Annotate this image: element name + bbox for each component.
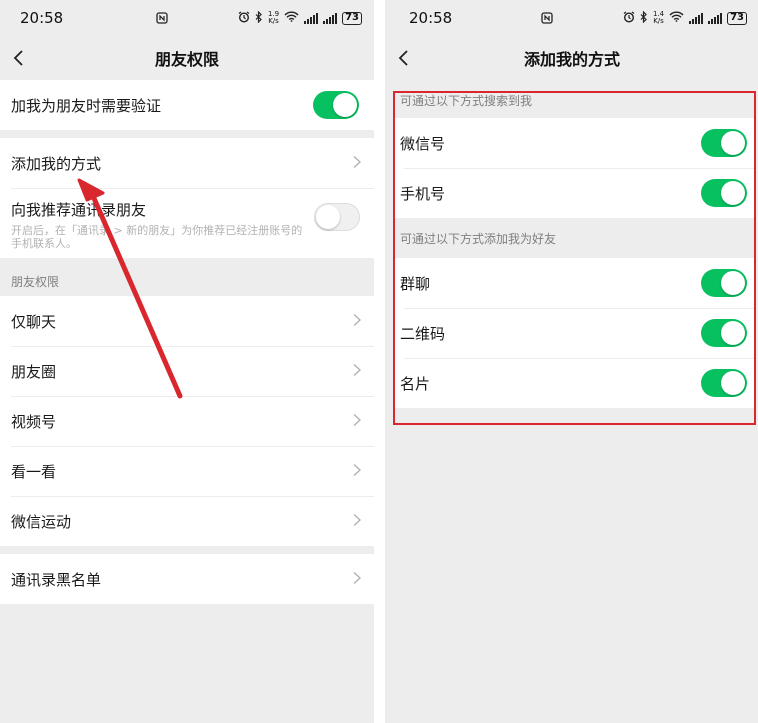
add-methods-row[interactable]: 添加我的方式: [0, 138, 374, 188]
chevron-right-icon: [352, 362, 362, 381]
add-methods-label: 添加我的方式: [11, 154, 102, 173]
chevron-right-icon: [352, 462, 362, 481]
alarm-icon: [238, 10, 250, 26]
page-title: 添加我的方式: [523, 50, 620, 69]
network-speed: 1.9 K/s: [267, 10, 280, 25]
status-bar: 20:58 1.9 K/s 73: [0, 0, 374, 36]
method-label: 手机号: [400, 184, 446, 203]
add-methods-group: 群聊 二维码 名片: [393, 258, 756, 408]
wifi-icon: [669, 11, 684, 25]
verify-toggle[interactable]: [313, 91, 359, 119]
method-toggle[interactable]: [701, 179, 747, 207]
add-methods-header: 可通过以下方式添加我为好友: [400, 231, 557, 246]
right-phone-screen: 20:58 1.4 K/s 73 添加我的方式 可通过以下方式搜索到我 微信号手机…: [385, 0, 758, 723]
status-time: 20:58: [409, 9, 453, 27]
chevron-right-icon: [352, 412, 362, 431]
left-phone-screen: 20:58 1.9K/s 73 朋友权限 加我为朋友时需要验证 添加我的方式: [0, 0, 374, 723]
status-bar: 20:58 1.4 K/s 73: [385, 0, 758, 36]
search-methods-header: 可通过以下方式搜索到我: [400, 93, 533, 108]
recommend-toggle[interactable]: [314, 203, 360, 231]
nav-bar: 添加我的方式: [385, 36, 758, 80]
battery-icon: 73: [342, 11, 362, 25]
back-arrow-icon[interactable]: [395, 48, 415, 68]
perm-row[interactable]: 视频号: [0, 396, 374, 446]
method-row: 微信号: [393, 118, 756, 168]
perm-label: 朋友圈: [11, 362, 57, 381]
network-speed: 1.4 K/s: [652, 10, 665, 25]
blacklist-group: 通讯录黑名单: [0, 554, 374, 604]
add-recommend-group: 添加我的方式 向我推荐通讯录朋友 开启后，在「通讯录 > 新的朋友」为你推荐已经…: [0, 138, 374, 258]
status-icons: 1.9 K/s 73: [238, 10, 362, 26]
battery-icon: 73: [727, 11, 747, 25]
method-row: 群聊: [393, 258, 756, 308]
method-toggle[interactable]: [701, 129, 747, 157]
method-row: 二维码: [393, 308, 756, 358]
recommend-label: 向我推荐通讯录朋友: [11, 200, 147, 219]
alarm-icon: [623, 10, 635, 26]
friend-perm-header: 朋友权限: [11, 274, 60, 289]
bluetooth-icon: [640, 10, 648, 26]
method-row: 手机号: [393, 168, 756, 218]
method-label: 名片: [400, 374, 431, 393]
page-title: 朋友权限: [154, 50, 219, 69]
nfc-icon: [515, 12, 623, 24]
method-label: 二维码: [400, 324, 446, 343]
method-toggle[interactable]: [701, 319, 747, 347]
perm-label: 看一看: [11, 462, 57, 481]
wifi-icon: [284, 11, 299, 25]
verify-row: 加我为朋友时需要验证: [0, 80, 374, 130]
perm-label: 微信运动: [11, 512, 72, 531]
signal-icon: [689, 12, 704, 24]
nfc-icon: [130, 12, 238, 24]
status-time: 20:58: [20, 9, 64, 27]
chevron-right-icon: [352, 570, 362, 589]
perm-row[interactable]: 仅聊天: [0, 296, 374, 346]
chevron-right-icon: [352, 312, 362, 331]
perm-label: 视频号: [11, 412, 57, 431]
method-label: 群聊: [400, 274, 431, 293]
blacklist-label: 通讯录黑名单: [11, 570, 102, 589]
verify-label: 加我为朋友时需要验证: [11, 96, 162, 115]
search-methods-group: 微信号 手机号: [393, 118, 756, 218]
perm-row[interactable]: 朋友圈: [0, 346, 374, 396]
chevron-right-icon: [352, 512, 362, 531]
nav-bar: 朋友权限: [0, 36, 374, 80]
recommend-row: 向我推荐通讯录朋友 开启后，在「通讯录 > 新的朋友」为你推荐已经注册账号的手机…: [0, 188, 374, 258]
signal-icon: [304, 12, 319, 24]
verify-group: 加我为朋友时需要验证: [0, 80, 374, 130]
perm-label: 仅聊天: [11, 312, 57, 331]
method-toggle[interactable]: [701, 369, 747, 397]
perm-row[interactable]: 看一看: [0, 446, 374, 496]
chevron-right-icon: [352, 154, 362, 173]
bluetooth-icon: [255, 10, 263, 26]
method-row: 名片: [393, 358, 756, 408]
signal-icon-2: [323, 12, 338, 24]
blacklist-row[interactable]: 通讯录黑名单: [0, 554, 374, 604]
friend-perm-group: 仅聊天朋友圈视频号看一看微信运动: [0, 296, 374, 546]
method-toggle[interactable]: [701, 269, 747, 297]
back-arrow-icon[interactable]: [10, 48, 30, 68]
perm-row[interactable]: 微信运动: [0, 496, 374, 546]
method-label: 微信号: [400, 134, 446, 153]
status-icons: 1.4 K/s 73: [623, 10, 747, 26]
signal-icon-2: [708, 12, 723, 24]
recommend-desc: 开启后，在「通讯录 > 新的朋友」为你推荐已经注册账号的手机联系人。: [11, 223, 303, 250]
